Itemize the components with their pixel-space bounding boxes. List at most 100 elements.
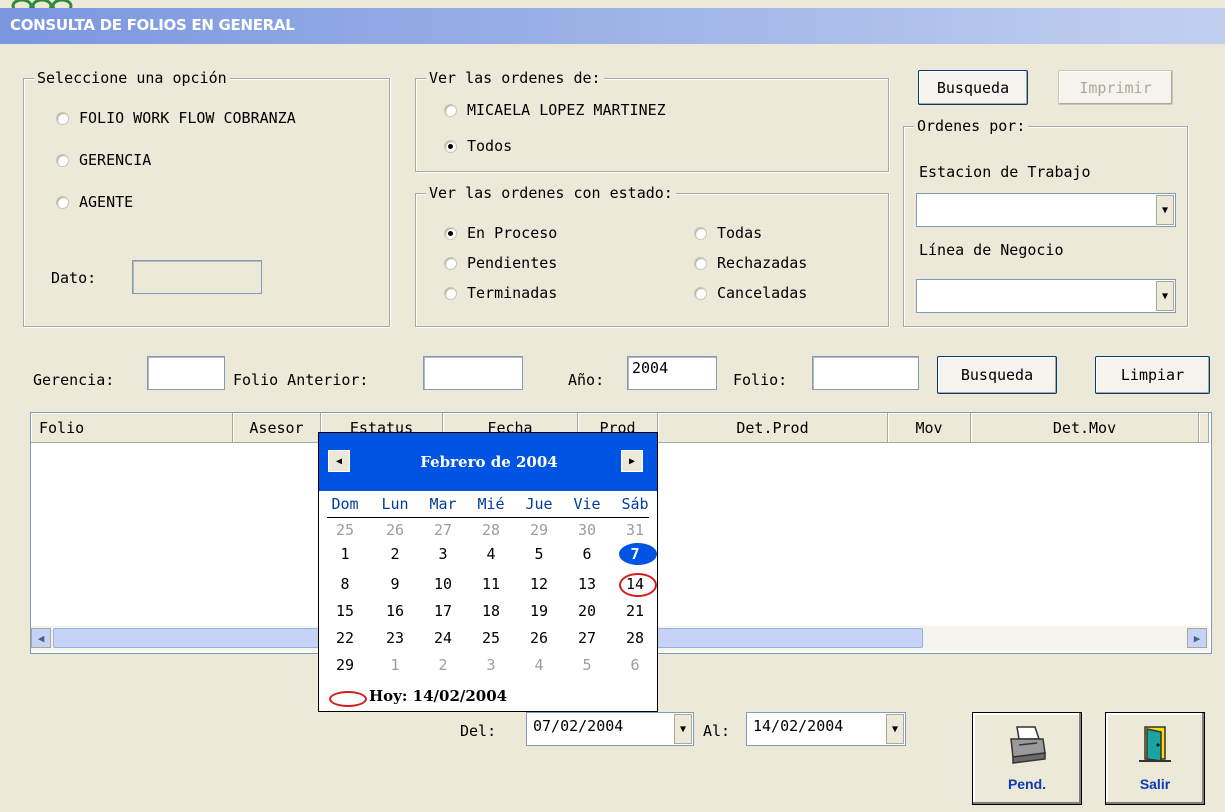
calendar-day[interactable]: 14	[612, 575, 658, 593]
calendar-day[interactable]: 9	[372, 575, 418, 593]
grid-header-asesor[interactable]: Asesor	[233, 413, 321, 443]
chevron-down-icon[interactable]: ▼	[1156, 195, 1174, 225]
radio-pendientes[interactable]: Pendientes	[444, 254, 557, 272]
calendar-day[interactable]: 23	[372, 629, 418, 647]
grid-header-folio[interactable]: Folio	[31, 413, 233, 443]
calendar-day[interactable]: 13	[564, 575, 610, 593]
calendar-day[interactable]: 5	[516, 545, 562, 563]
calendar-day[interactable]: 26	[516, 629, 562, 647]
scroll-left-icon[interactable]: ◀	[31, 628, 51, 648]
calendar-day[interactable]: 30	[564, 521, 610, 539]
to-date-value: 14/02/2004	[753, 717, 844, 735]
calendar-day[interactable]: 29	[516, 521, 562, 539]
calendar-day[interactable]: 5	[564, 656, 610, 674]
calendar-day[interactable]: 10	[420, 575, 466, 593]
prev-month-icon[interactable]: ◀	[328, 450, 350, 472]
dato-input[interactable]	[132, 260, 262, 294]
anio-input[interactable]: 2004	[627, 356, 717, 390]
radio-button[interactable]	[694, 226, 707, 240]
calendar-day[interactable]: 25	[322, 521, 368, 539]
calendar-day[interactable]: 20	[564, 602, 610, 620]
grid-header-det-mov[interactable]: Det.Mov	[971, 413, 1199, 443]
calendar-day[interactable]: 11	[468, 575, 514, 593]
from-date-select[interactable]: 07/02/2004 ▼	[526, 712, 694, 746]
radio-button[interactable]	[444, 139, 457, 153]
calendar-day[interactable]: 1	[322, 545, 368, 563]
radio-gerencia[interactable]: GERENCIA	[56, 151, 151, 169]
radio-agente[interactable]: AGENTE	[56, 193, 133, 211]
radio-button[interactable]	[56, 195, 69, 209]
folio-input[interactable]	[812, 356, 919, 390]
radio-button[interactable]	[56, 111, 69, 125]
from-label: Del:	[460, 722, 497, 740]
radio-button[interactable]	[56, 153, 69, 167]
calendar-day[interactable]: 26	[372, 521, 418, 539]
folio-anterior-input[interactable]	[423, 356, 523, 390]
calendar-day[interactable]: 8	[322, 575, 368, 593]
radio-todas[interactable]: Todas	[694, 224, 762, 242]
workstation-select[interactable]: ▼	[916, 193, 1176, 227]
pending-button[interactable]: Pend.	[972, 712, 1082, 805]
calendar-day[interactable]: 19	[516, 602, 562, 620]
to-date-select[interactable]: 14/02/2004 ▼	[746, 712, 906, 746]
radio-button[interactable]	[444, 286, 457, 300]
today-label[interactable]: Hoy: 14/02/2004	[369, 687, 507, 705]
calendar-dow: Sáb	[621, 495, 649, 513]
calendar-day[interactable]: 15	[322, 602, 368, 620]
calendar-day[interactable]: 28	[612, 629, 658, 647]
calendar-day[interactable]: 6	[564, 545, 610, 563]
calendar-day[interactable]: 7	[612, 545, 658, 563]
radio-rechazadas[interactable]: Rechazadas	[694, 254, 807, 272]
calendar-day[interactable]: 27	[564, 629, 610, 647]
scroll-right-icon[interactable]: ▶	[1187, 628, 1207, 648]
calendar-day[interactable]: 16	[372, 602, 418, 620]
exit-button[interactable]: Salir	[1105, 712, 1205, 805]
calendar-day[interactable]: 27	[420, 521, 466, 539]
calendar-day[interactable]: 2	[420, 656, 466, 674]
search-button[interactable]: Busqueda	[937, 356, 1057, 394]
folio-label: Folio:	[733, 371, 788, 389]
chevron-down-icon[interactable]: ▼	[674, 714, 692, 744]
clear-button[interactable]: Limpiar	[1095, 356, 1210, 394]
grid-header-det-prod[interactable]: Det.Prod	[658, 413, 888, 443]
chevron-down-icon[interactable]: ▼	[1156, 281, 1174, 311]
business-line-select[interactable]: ▼	[916, 279, 1176, 313]
calendar-day[interactable]: 18	[468, 602, 514, 620]
calendar-day[interactable]: 24	[420, 629, 466, 647]
calendar-day[interactable]: 2	[372, 545, 418, 563]
calendar-day[interactable]: 6	[612, 656, 658, 674]
calendar-day[interactable]: 3	[468, 656, 514, 674]
print-button[interactable]: Imprimir	[1058, 70, 1173, 105]
next-month-icon[interactable]: ▶	[621, 450, 643, 472]
radio-button[interactable]	[444, 226, 457, 240]
calendar-day[interactable]: 22	[322, 629, 368, 647]
calendar-day[interactable]: 29	[322, 656, 368, 674]
radio-button[interactable]	[444, 103, 457, 117]
calendar-day[interactable]: 4	[468, 545, 514, 563]
calendar-day[interactable]: 4	[516, 656, 562, 674]
calendar-day[interactable]: 1	[372, 656, 418, 674]
radio-en-proceso[interactable]: En Proceso	[444, 224, 557, 242]
search-button-top[interactable]: Busqueda	[918, 70, 1028, 105]
chevron-down-icon[interactable]: ▼	[886, 714, 904, 744]
radio-button[interactable]	[694, 256, 707, 270]
radio-button[interactable]	[444, 256, 457, 270]
calendar-day[interactable]: 17	[420, 602, 466, 620]
grid-header-mov[interactable]: Mov	[888, 413, 971, 443]
calendar-dow: Mar	[429, 495, 457, 513]
orders-group-legend: Ordenes por:	[914, 117, 1029, 135]
calendar-day[interactable]: 21	[612, 602, 658, 620]
radio-terminadas[interactable]: Terminadas	[444, 284, 557, 302]
radio-folio-work-flow[interactable]: FOLIO WORK FLOW COBRANZA	[56, 109, 296, 127]
calendar-day[interactable]: 12	[516, 575, 562, 593]
radio-button[interactable]	[694, 286, 707, 300]
calendar-day[interactable]: 31	[612, 521, 658, 539]
radio-micaela[interactable]: MICAELA LOPEZ MARTINEZ	[444, 101, 666, 119]
calendar-day[interactable]: 25	[468, 629, 514, 647]
gerencia-input[interactable]	[147, 356, 225, 390]
calendar-day[interactable]: 3	[420, 545, 466, 563]
calendar-day[interactable]: 28	[468, 521, 514, 539]
radio-todos[interactable]: Todos	[444, 137, 512, 155]
calendar-popup[interactable]: ◀ Febrero de 2004 ▶ Dom Lun Mar Mié Jue Vie Sá…	[318, 432, 658, 712]
radio-canceladas[interactable]: Canceladas	[694, 284, 807, 302]
